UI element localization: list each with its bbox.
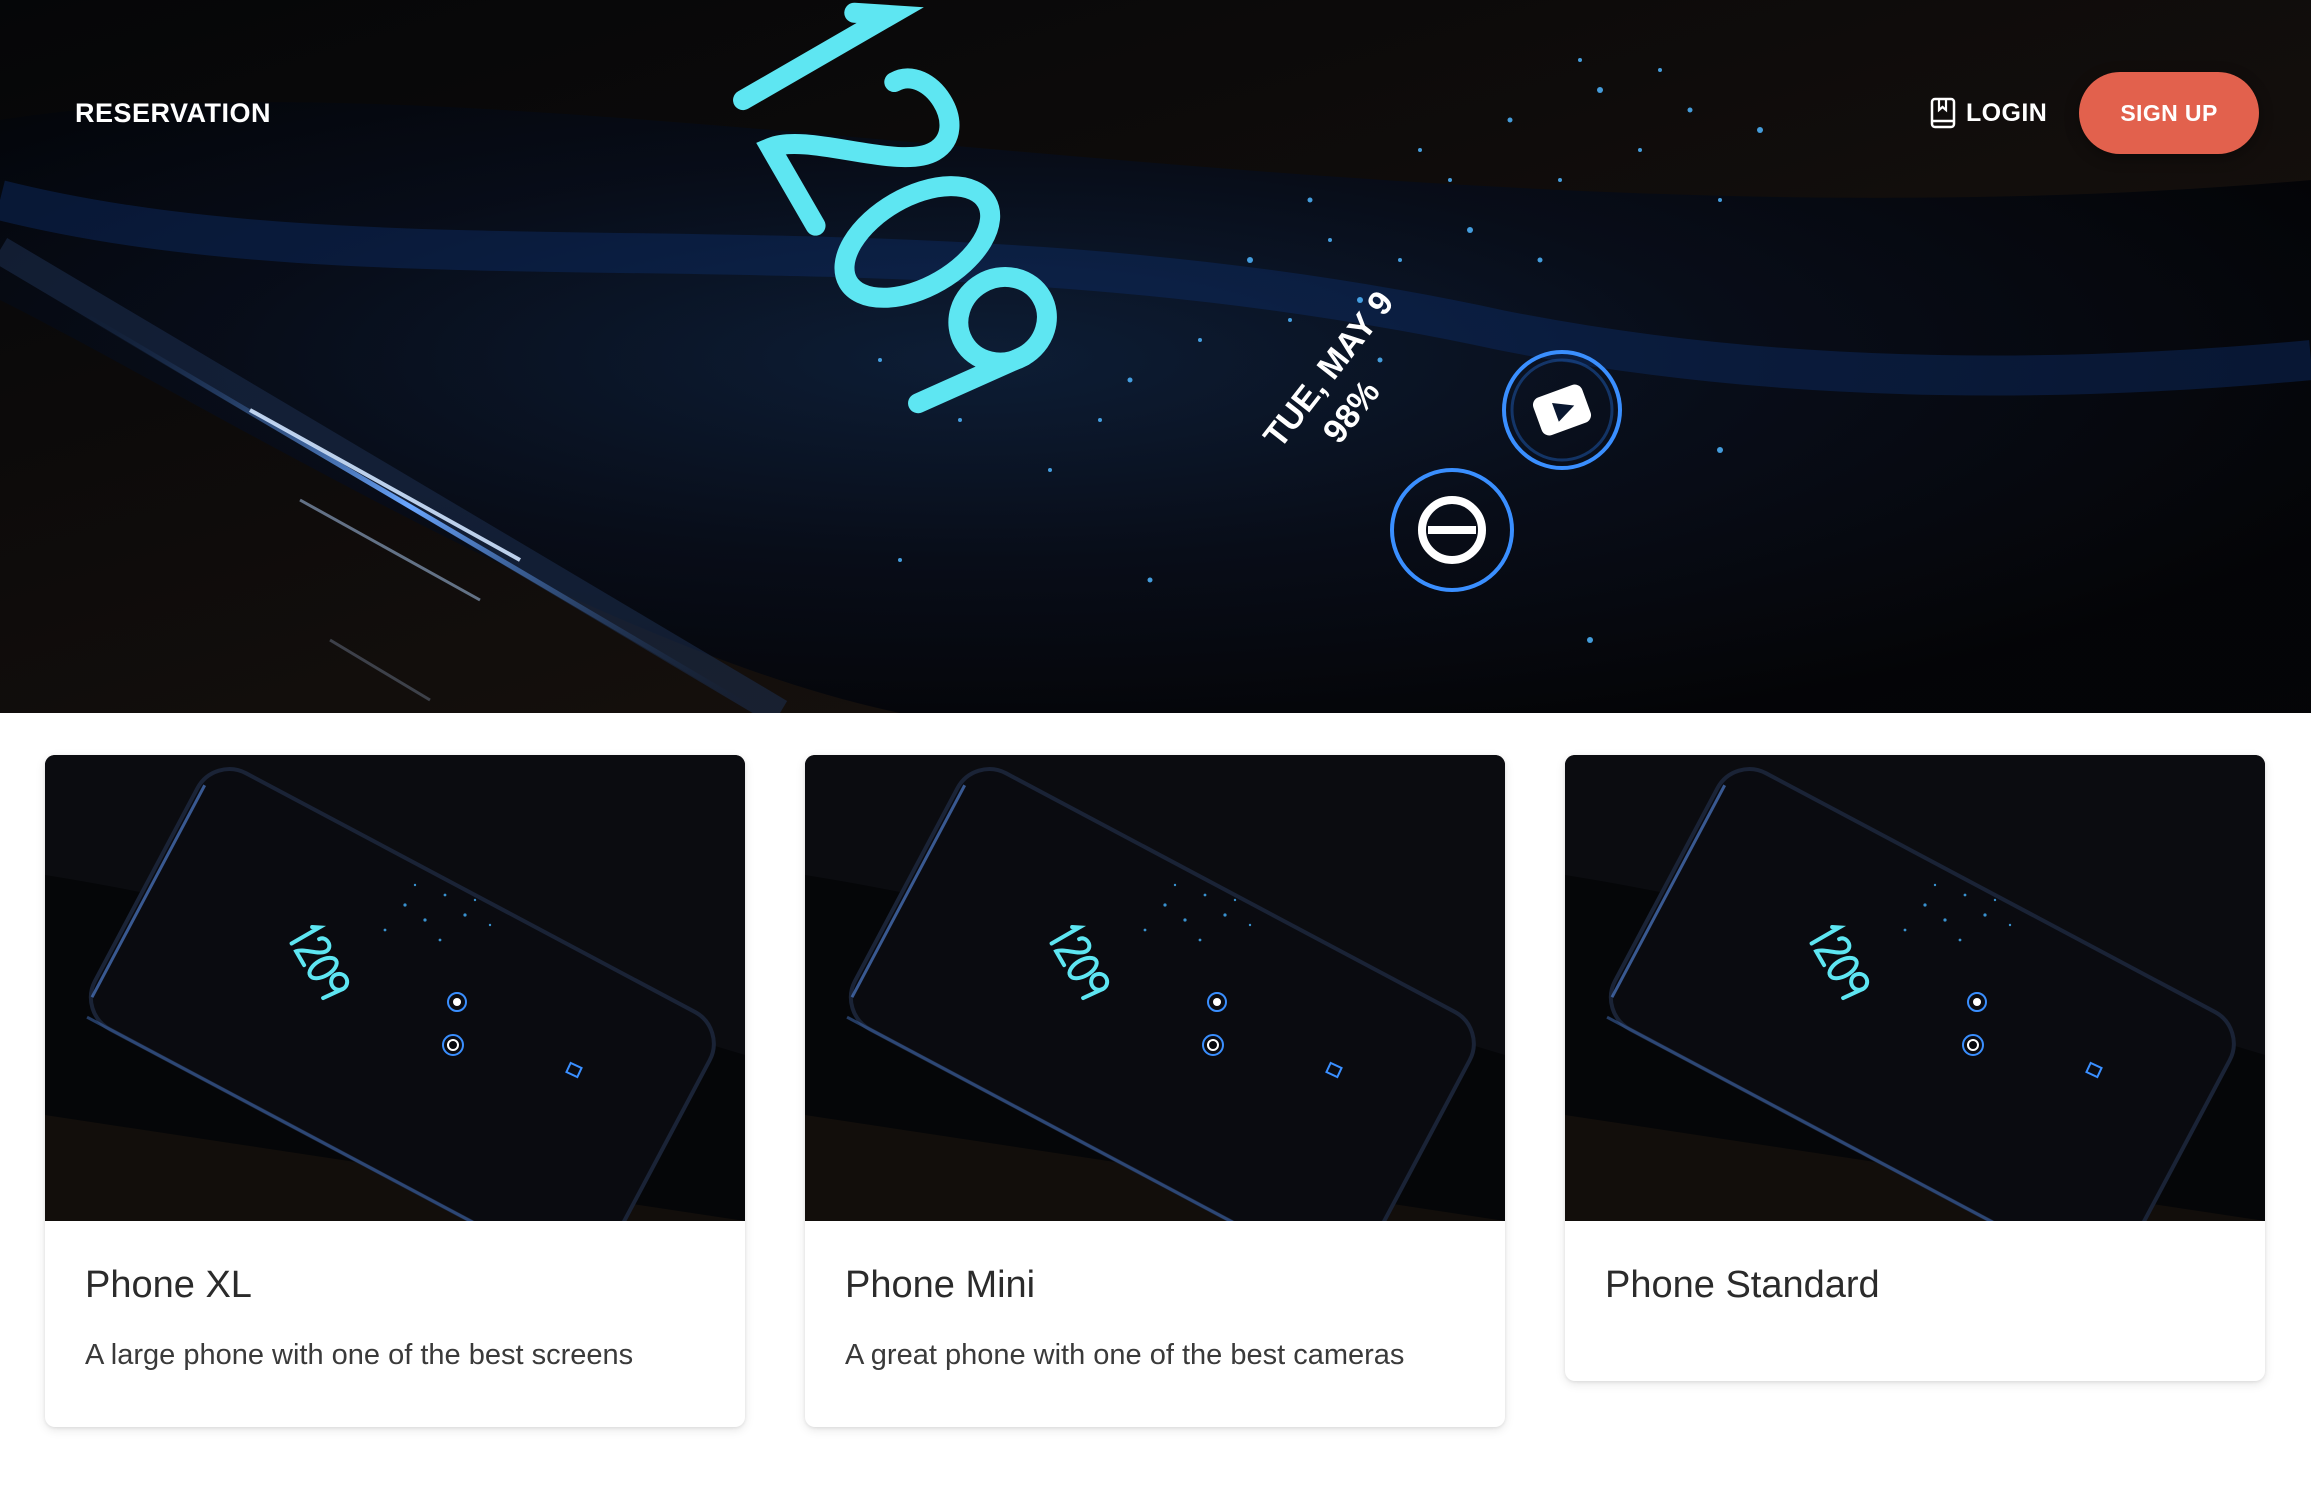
product-cards: Phone XL A large phone with one of the b… [0, 713, 2311, 1493]
signup-button[interactable]: SIGN UP [2079, 72, 2259, 154]
product-card-phone-xl[interactable]: Phone XL A large phone with one of the b… [45, 755, 745, 1427]
hero-banner: TUE, MAY 9 98% RESERVATION LOGIN SIGN UP [0, 0, 2311, 713]
product-image [1565, 755, 2265, 1221]
product-title: Phone Mini [845, 1264, 1036, 1306]
product-title: Phone Standard [1605, 1264, 1880, 1306]
book-icon [1930, 97, 1956, 129]
product-description: A great phone with one of the best camer… [845, 1339, 1405, 1371]
product-title: Phone XL [85, 1264, 252, 1306]
product-card-phone-mini[interactable]: Phone Mini A great phone with one of the… [805, 755, 1505, 1427]
product-description: A large phone with one of the best scree… [85, 1339, 634, 1371]
brand-logo-link[interactable]: RESERVATION [75, 98, 271, 129]
login-link[interactable]: LOGIN [1930, 97, 2047, 129]
product-image [45, 755, 745, 1221]
product-card-phone-standard[interactable]: Phone Standard [1565, 755, 2265, 1381]
login-label: LOGIN [1966, 98, 2048, 127]
product-image [805, 755, 1505, 1221]
top-navbar: RESERVATION LOGIN SIGN UP [0, 0, 2311, 230]
